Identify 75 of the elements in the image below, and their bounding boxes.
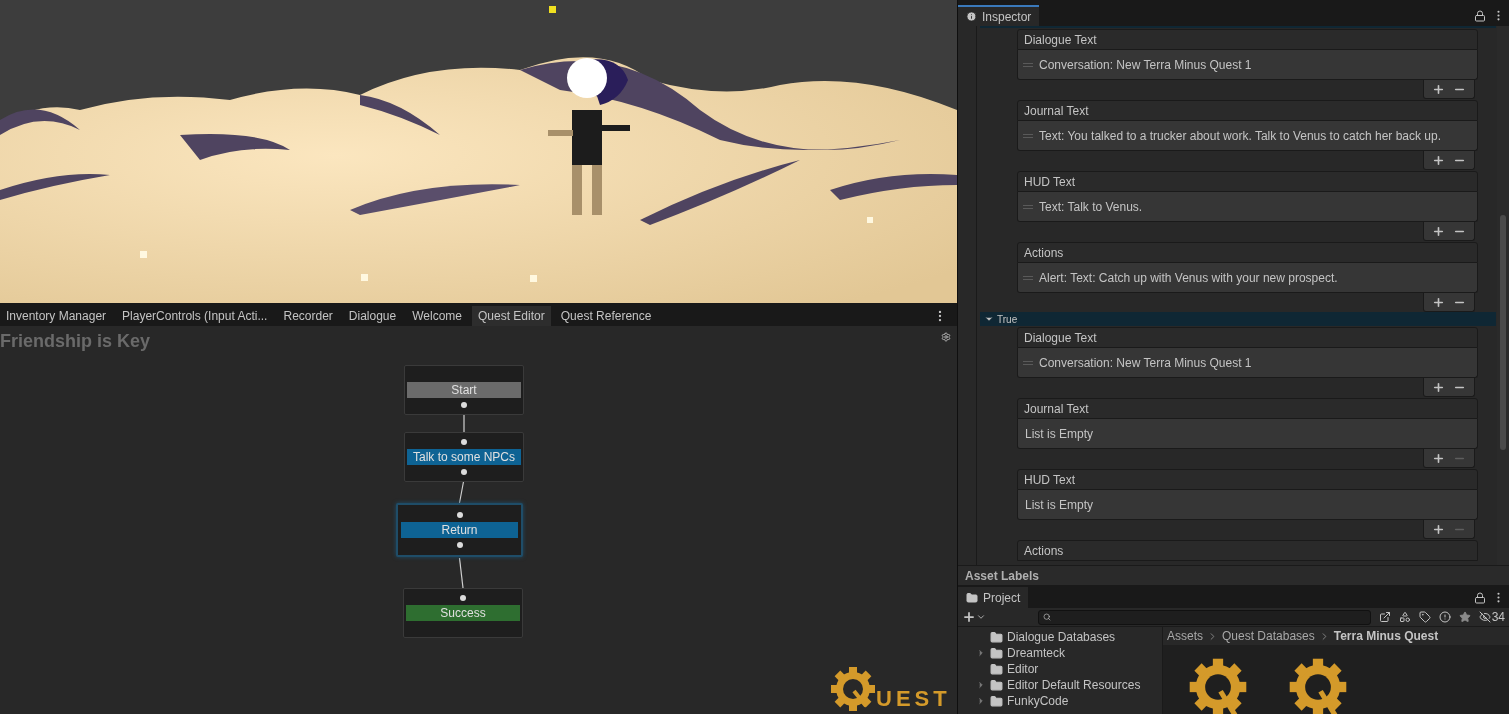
breadcrumb-item[interactable]: Terra Minus Quest [1333,627,1439,645]
quest-title: Friendship is Key [0,330,151,353]
inspector-tab[interactable]: Inspector [958,5,1040,26]
list-header: Journal Text [1017,398,1478,419]
folder-item[interactable]: FunkyCode [1007,692,1069,710]
folder-icon [966,591,978,604]
empty-list-label: List is Empty [1024,496,1094,514]
drag-handle-icon[interactable] [1023,204,1033,209]
expanded-arrow-icon[interactable] [984,314,994,324]
tag-icon[interactable] [1418,611,1431,623]
list-header: HUD Text [1017,469,1478,490]
node-label: Return [401,522,518,538]
add-icon[interactable] [1432,380,1445,394]
logo-text: UEST [876,688,951,710]
folder-item[interactable]: Dreamteck [1007,644,1065,662]
list-header: Actions [1017,242,1478,263]
shapes-icon[interactable] [1398,611,1411,623]
drag-handle-icon[interactable] [1023,133,1033,138]
drag-handle-icon[interactable] [1023,360,1033,365]
connector-line [458,557,464,589]
add-icon[interactable] [1432,451,1445,465]
quest-node[interactable]: Return [396,503,523,557]
folder-icon [990,662,1003,676]
foldout-label: True [997,312,1018,327]
hidden-eye-icon[interactable] [1478,611,1491,623]
list-header: Actions [1017,540,1478,561]
tab-label: Inspector [982,8,1032,26]
open-window-icon[interactable] [1378,611,1391,623]
add-icon[interactable] [1432,224,1445,238]
quest-node[interactable]: Start [404,365,524,415]
folder-icon [990,694,1003,708]
quest-node[interactable]: Talk to some NPCs [404,432,524,482]
list-item[interactable]: Text: Talk to Venus. [1039,197,1143,216]
star-icon[interactable] [1458,611,1471,623]
add-icon[interactable] [962,610,976,624]
add-icon[interactable] [1432,82,1445,96]
add-icon[interactable] [1432,522,1445,536]
tab-label: Project [983,589,1021,607]
info-icon [966,11,977,22]
list-header: Journal Text [1017,100,1478,121]
search-icon [1043,613,1051,621]
expand-arrow-icon[interactable] [976,696,986,706]
list-header: Dialogue Text [1017,29,1478,50]
project-tab[interactable]: Project [958,587,1029,608]
quest-node[interactable]: Success [403,588,523,638]
empty-list-label: List is Empty [1024,425,1094,443]
editor-tab[interactable]: Quest Editor [472,306,551,326]
folder-icon [990,630,1003,644]
hidden-count: 34 [1491,609,1505,626]
folder-icon [990,678,1003,692]
folder-icon [990,646,1003,660]
expand-arrow-icon[interactable] [976,648,986,658]
node-label: Success [406,605,520,621]
breadcrumb-item[interactable]: Assets [1167,627,1203,645]
folder-item[interactable]: Editor Default Resources [1007,676,1141,694]
dropdown-caret-icon[interactable] [976,612,986,622]
asset-labels-header[interactable]: Asset Labels [965,566,1040,585]
node-label: Talk to some NPCs [407,449,521,465]
breadcrumb-item[interactable]: Quest Databases [1222,627,1315,645]
list-header: HUD Text [1017,171,1478,192]
drag-handle-icon[interactable] [1023,275,1033,280]
folder-item[interactable]: Editor [1007,660,1039,678]
lock-icon[interactable] [1474,9,1486,22]
expand-arrow-icon[interactable] [976,680,986,690]
lock-icon[interactable] [1474,591,1486,604]
node-label: Start [407,382,521,398]
warning-icon[interactable] [1438,611,1451,623]
settings-icon[interactable] [941,332,951,342]
add-icon[interactable] [1432,153,1445,167]
folder-item[interactable]: Dialogue Databases [1007,628,1116,646]
search-field[interactable] [1038,609,1371,625]
foldout-header[interactable]: True [980,312,1496,326]
add-icon[interactable] [1432,295,1445,309]
list-header: Dialogue Text [1017,327,1478,348]
drag-handle-icon[interactable] [1023,62,1033,67]
